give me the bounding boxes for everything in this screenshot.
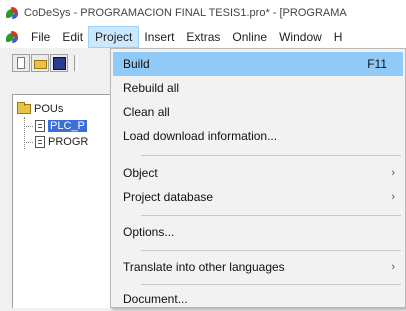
save-disk-icon[interactable] [50, 54, 68, 72]
menu-item-label: Project database [123, 190, 214, 204]
menu-item-document[interactable]: Document... [113, 287, 403, 311]
menu-item-translate[interactable]: Translate into other languages › [113, 255, 403, 279]
menu-separator [141, 155, 401, 156]
menu-separator [141, 284, 401, 285]
title-bar: CoDeSys - PROGRAMACION FINAL TESIS1.pro*… [0, 0, 406, 26]
menu-insert[interactable]: Insert [138, 27, 180, 47]
menu-item-rebuild-all[interactable]: Rebuild all [113, 76, 403, 100]
tree-item-label: PROGR [48, 136, 89, 148]
tree-item-plc-prg[interactable]: PLC_P [35, 118, 87, 134]
menu-item-label: Translate into other languages [123, 260, 285, 274]
submenu-arrow-icon: › [391, 261, 395, 273]
tree-connector [24, 117, 25, 149]
menu-item-label: Document... [123, 292, 188, 306]
menu-item-label: Rebuild all [123, 81, 180, 95]
menu-item-object[interactable]: Object › [113, 161, 403, 185]
menu-help[interactable]: H [328, 27, 349, 47]
folder-icon [17, 102, 31, 114]
toolbar [0, 48, 120, 78]
pou-document-icon [35, 120, 45, 132]
menu-extras[interactable]: Extras [180, 27, 226, 47]
menu-item-options[interactable]: Options... [113, 220, 403, 244]
project-menu-dropdown: Build F11 Rebuild all Clean all Load dow… [110, 48, 406, 308]
new-file-icon[interactable] [12, 54, 30, 72]
codesys-app-icon [6, 6, 19, 20]
menu-bar: File Edit Project Insert Extras Online W… [0, 26, 406, 48]
tree-connector [24, 126, 33, 127]
tree-root-label: POUs [34, 103, 64, 115]
pou-document-icon [35, 136, 45, 148]
menu-item-clean-all[interactable]: Clean all [113, 100, 403, 124]
document-system-icon[interactable] [6, 30, 19, 44]
menu-online[interactable]: Online [226, 27, 273, 47]
toolbar-separator [74, 55, 78, 71]
menu-file[interactable]: File [25, 27, 56, 47]
menu-item-label: Clean all [123, 105, 170, 119]
submenu-arrow-icon: › [391, 191, 395, 203]
menu-item-load-download-info[interactable]: Load download information... [113, 124, 403, 148]
menu-separator [141, 215, 401, 216]
submenu-arrow-icon: › [391, 167, 395, 179]
menu-item-project-database[interactable]: Project database › [113, 185, 403, 209]
menu-item-build[interactable]: Build F11 [113, 52, 403, 76]
menu-item-label: Load download information... [123, 129, 278, 143]
tree-item-program[interactable]: PROGR [35, 134, 88, 150]
shortcut-label: F11 [367, 57, 387, 71]
menu-item-label: Build [123, 57, 150, 71]
menu-edit[interactable]: Edit [56, 27, 89, 47]
menu-item-label: Options... [123, 225, 175, 239]
menu-separator [141, 250, 401, 251]
open-folder-icon[interactable] [31, 54, 49, 72]
menu-window[interactable]: Window [273, 27, 328, 47]
pou-tree-panel: POUs PLC_P PROGR [12, 94, 122, 308]
tree-root-pous[interactable]: POUs [17, 101, 63, 117]
tree-item-label: PLC_P [48, 120, 87, 132]
window-title: CoDeSys - PROGRAMACION FINAL TESIS1.pro*… [24, 7, 347, 19]
menu-project[interactable]: Project [88, 26, 140, 48]
tree-connector [24, 142, 33, 143]
menu-item-label: Object [123, 166, 158, 180]
